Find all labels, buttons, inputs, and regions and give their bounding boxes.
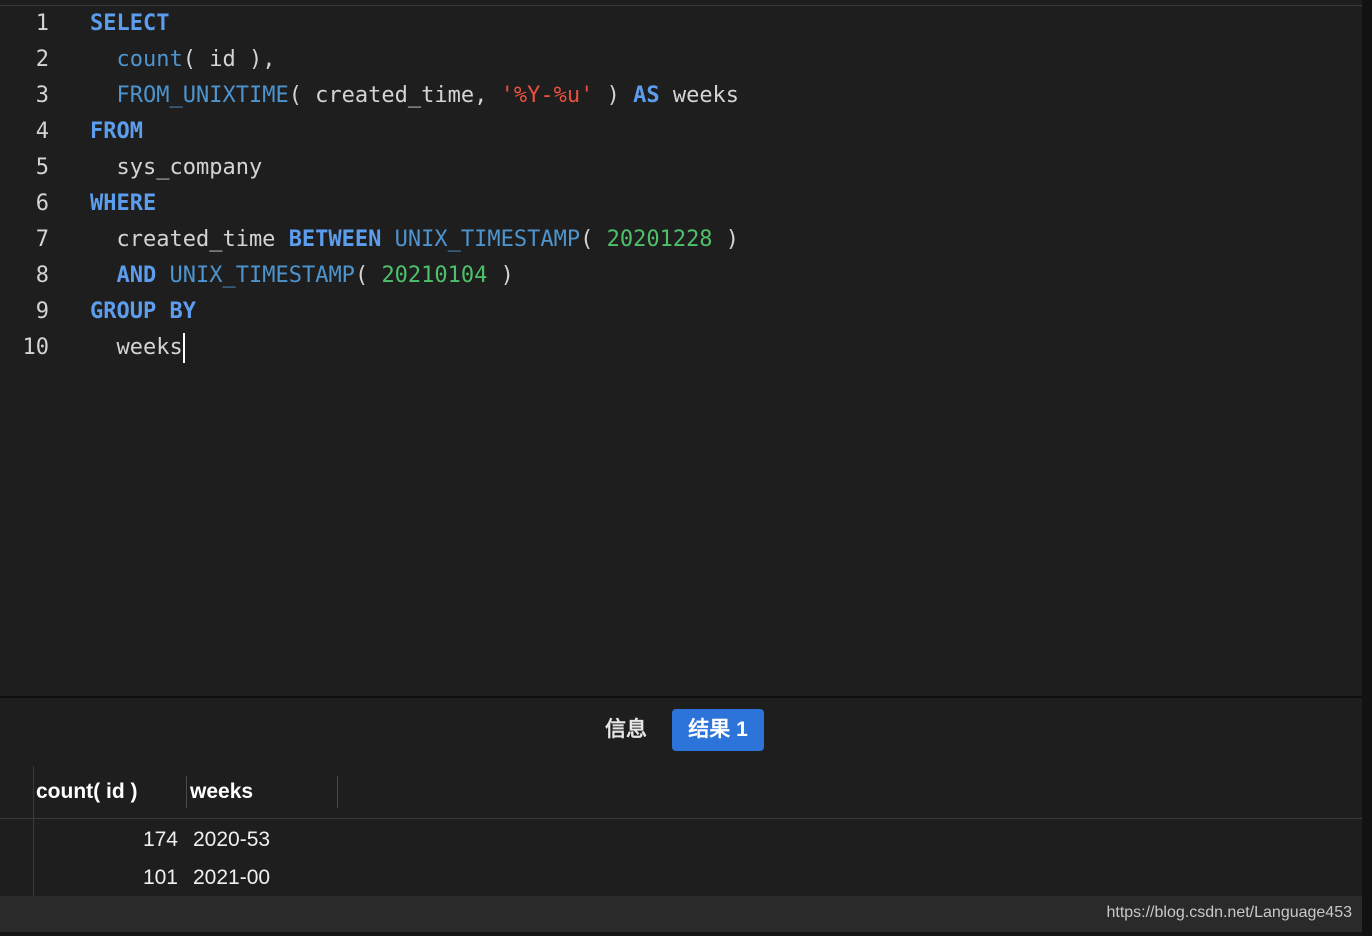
code-token: ( <box>354 263 382 288</box>
code-text[interactable]: AND UNIX_TIMESTAMP( 20210104 ) <box>90 258 514 294</box>
code-text[interactable]: weeks <box>90 330 185 366</box>
code-token: ( created_time, <box>288 83 501 108</box>
bottom-border <box>0 932 1362 936</box>
code-token: 20201228 <box>606 227 713 252</box>
code-token: ( id ), <box>182 47 276 72</box>
code-text[interactable]: count( id ), <box>90 42 276 78</box>
code-text[interactable]: sys_company <box>90 150 262 186</box>
code-token: UNIX_TIMESTAMP <box>394 227 581 252</box>
column-header-weeks[interactable]: weeks <box>190 766 253 818</box>
code-line[interactable]: 1 SELECT <box>0 6 1362 42</box>
line-number: 7 <box>35 227 49 252</box>
line-number: 10 <box>22 335 50 360</box>
code-token: count <box>116 47 183 72</box>
line-number: 5 <box>35 155 49 180</box>
tab-result-1[interactable]: 结果 1 <box>672 709 764 751</box>
line-number: 8 <box>35 263 49 288</box>
code-line[interactable]: 7 created_time BETWEEN UNIX_TIMESTAMP( 2… <box>0 222 1362 258</box>
code-token: AND <box>116 263 157 288</box>
sql-query-window: 1 SELECT 2 count( id ), 3 FROM_UNIXTIME( cr… <box>0 0 1372 936</box>
code-line[interactable]: 2 count( id ), <box>0 42 1362 78</box>
sql-editor[interactable]: 1 SELECT 2 count( id ), 3 FROM_UNIXTIME( cr… <box>0 6 1362 695</box>
column-resize-handle[interactable] <box>337 776 338 808</box>
code-line[interactable]: 8 AND UNIX_TIMESTAMP( 20210104 ) <box>0 258 1362 294</box>
column-resize-handle[interactable] <box>186 776 187 808</box>
line-number: 4 <box>35 119 49 144</box>
code-token: ) <box>593 83 634 108</box>
code-text[interactable]: FROM_UNIXTIME( created_time, '%Y-%u' ) A… <box>90 78 740 114</box>
code-line[interactable]: 3 FROM_UNIXTIME( created_time, '%Y-%u' )… <box>0 78 1362 114</box>
cell-count[interactable]: 101 <box>40 859 178 897</box>
code-token: ) <box>487 263 514 288</box>
code-token: AS <box>633 83 660 108</box>
cell-weeks[interactable]: 2020-53 <box>193 821 270 859</box>
code-token: created_time <box>90 227 289 252</box>
watermark: https://blog.csdn.net/Language453 <box>1106 904 1352 921</box>
code-line[interactable]: 9 GROUP BY <box>0 294 1362 330</box>
code-token: FROM <box>90 119 143 144</box>
code-text[interactable]: created_time BETWEEN UNIX_TIMESTAMP( 202… <box>90 222 739 258</box>
cell-count[interactable]: 174 <box>40 821 178 859</box>
code-text[interactable]: FROM <box>90 114 143 150</box>
grid-header: count( id ) weeks <box>0 766 1362 819</box>
window-edge <box>1362 0 1372 936</box>
line-number: 2 <box>35 47 49 72</box>
code-token: SELECT <box>90 11 170 36</box>
result-tab-bar: 信息 结果 1 <box>0 696 1362 767</box>
code-line[interactable]: 5 sys_company <box>0 150 1362 186</box>
code-token: weeks <box>659 83 740 108</box>
code-token: ) <box>712 227 740 252</box>
line-number: 3 <box>35 83 49 108</box>
line-number: 1 <box>35 11 49 36</box>
code-token: ( <box>580 227 607 252</box>
code-token: WHERE <box>90 191 157 216</box>
line-number: 9 <box>35 299 49 324</box>
code-token: BETWEEN <box>288 227 382 252</box>
code-token: sys_company <box>90 155 263 180</box>
code-text[interactable]: SELECT <box>90 6 169 42</box>
code-token: 20210104 <box>381 263 488 288</box>
code-line[interactable]: 6 WHERE <box>0 186 1362 222</box>
code-line[interactable]: 4 FROM <box>0 114 1362 150</box>
result-grid: count( id ) weeks 174 2020-53 101 2021-0… <box>0 766 1362 936</box>
tab-info[interactable]: 信息 <box>592 709 660 751</box>
code-text[interactable]: WHERE <box>90 186 156 222</box>
column-header-count-id[interactable]: count( id ) <box>36 766 137 818</box>
code-text[interactable]: GROUP BY <box>90 294 196 330</box>
code-token: FROM_UNIXTIME <box>116 83 289 108</box>
line-number: 6 <box>35 191 49 216</box>
code-token: GROUP BY <box>90 299 196 324</box>
code-token: '%Y-%u' <box>500 83 594 108</box>
code-token: weeks <box>90 335 183 360</box>
text-cursor <box>182 333 185 363</box>
code-token: UNIX_TIMESTAMP <box>169 263 355 288</box>
code-line[interactable]: 10 weeks <box>0 330 1362 366</box>
cell-weeks[interactable]: 2021-00 <box>193 859 270 897</box>
